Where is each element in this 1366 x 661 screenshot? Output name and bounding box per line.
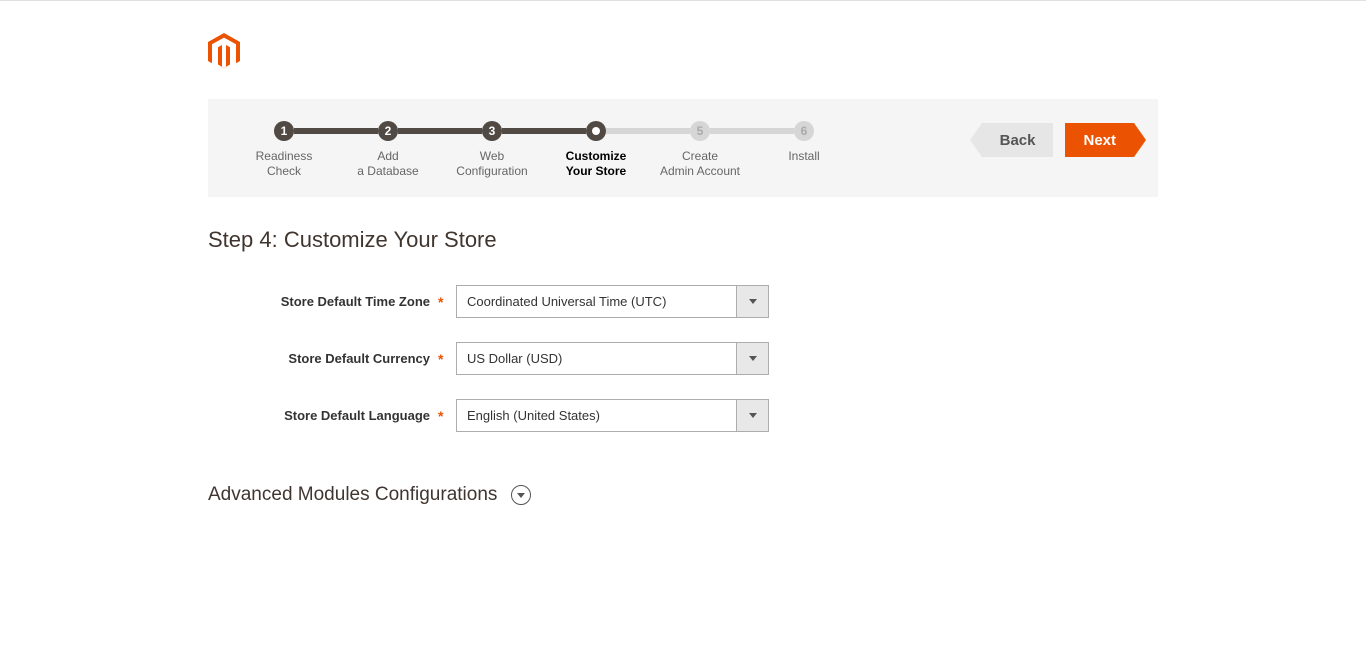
step-connector — [294, 128, 378, 134]
timezone-row: Store Default Time Zone * Coordinated Un… — [208, 285, 1158, 318]
required-mark: * — [438, 408, 456, 424]
steps-list: 1 Readiness Check 2 Add a Database 3 Web… — [232, 121, 856, 179]
currency-select[interactable]: US Dollar (USD) — [456, 342, 769, 375]
required-mark: * — [438, 351, 456, 367]
currency-dropdown-toggle[interactable] — [736, 342, 769, 375]
language-row: Store Default Language * English (United… — [208, 399, 1158, 432]
step-circle: 5 — [690, 121, 710, 141]
step-circle: 1 — [274, 121, 294, 141]
step-connector — [502, 128, 586, 134]
advanced-modules-title: Advanced Modules Configurations — [208, 484, 497, 506]
currency-value: US Dollar (USD) — [456, 342, 736, 375]
step-circle: 6 — [794, 121, 814, 141]
currency-label: Store Default Currency — [208, 351, 438, 366]
back-button[interactable]: Back — [982, 123, 1054, 157]
advanced-modules-toggle[interactable]: Advanced Modules Configurations — [208, 484, 1158, 506]
magento-logo — [208, 33, 1158, 71]
language-select[interactable]: English (United States) — [456, 399, 769, 432]
step-label: Install — [752, 149, 856, 164]
language-dropdown-toggle[interactable] — [736, 399, 769, 432]
expand-circle-icon — [511, 485, 531, 505]
caret-down-icon — [749, 356, 757, 361]
timezone-label: Store Default Time Zone — [208, 294, 438, 309]
magento-logo-icon — [208, 33, 1158, 71]
step-label: Add a Database — [336, 149, 440, 179]
step-connector — [606, 128, 690, 134]
step-connector — [398, 128, 482, 134]
step-circle: 3 — [482, 121, 502, 141]
step-circle: 2 — [378, 121, 398, 141]
language-label: Store Default Language — [208, 408, 438, 423]
caret-down-icon — [749, 299, 757, 304]
language-value: English (United States) — [456, 399, 736, 432]
step-circle-active — [586, 121, 606, 141]
timezone-select[interactable]: Coordinated Universal Time (UTC) — [456, 285, 769, 318]
step-label: Customize Your Store — [544, 149, 648, 179]
wizard-progress-bar: 1 Readiness Check 2 Add a Database 3 Web… — [208, 99, 1158, 197]
page-title: Step 4: Customize Your Store — [208, 227, 1158, 253]
currency-row: Store Default Currency * US Dollar (USD) — [208, 342, 1158, 375]
next-button[interactable]: Next — [1065, 123, 1134, 157]
step-label: Web Configuration — [440, 149, 544, 179]
wizard-nav-buttons: Back Next — [982, 121, 1134, 157]
step-label: Readiness Check — [232, 149, 336, 179]
chevron-down-icon — [517, 493, 525, 498]
caret-down-icon — [749, 413, 757, 418]
timezone-dropdown-toggle[interactable] — [736, 285, 769, 318]
step-connector — [710, 128, 794, 134]
required-mark: * — [438, 294, 456, 310]
content-area: Step 4: Customize Your Store Store Defau… — [208, 197, 1158, 506]
step-label: Create Admin Account — [648, 149, 752, 179]
timezone-value: Coordinated Universal Time (UTC) — [456, 285, 736, 318]
